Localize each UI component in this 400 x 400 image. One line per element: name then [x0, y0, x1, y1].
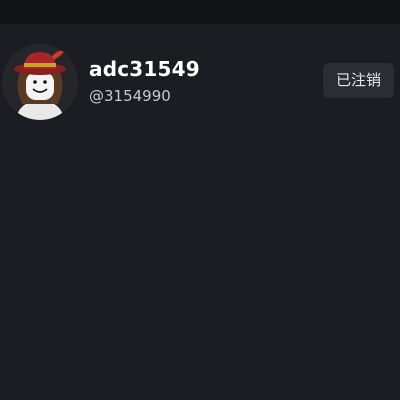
profile-header: adc31549 @3154990 已注销 — [0, 24, 400, 144]
status-badge: 已注销 — [323, 63, 394, 98]
avatar[interactable] — [2, 44, 78, 120]
user-handle: @3154990 — [89, 87, 171, 105]
avatar-image — [2, 44, 78, 120]
username: adc31549 — [89, 57, 200, 81]
top-bar — [0, 0, 400, 24]
